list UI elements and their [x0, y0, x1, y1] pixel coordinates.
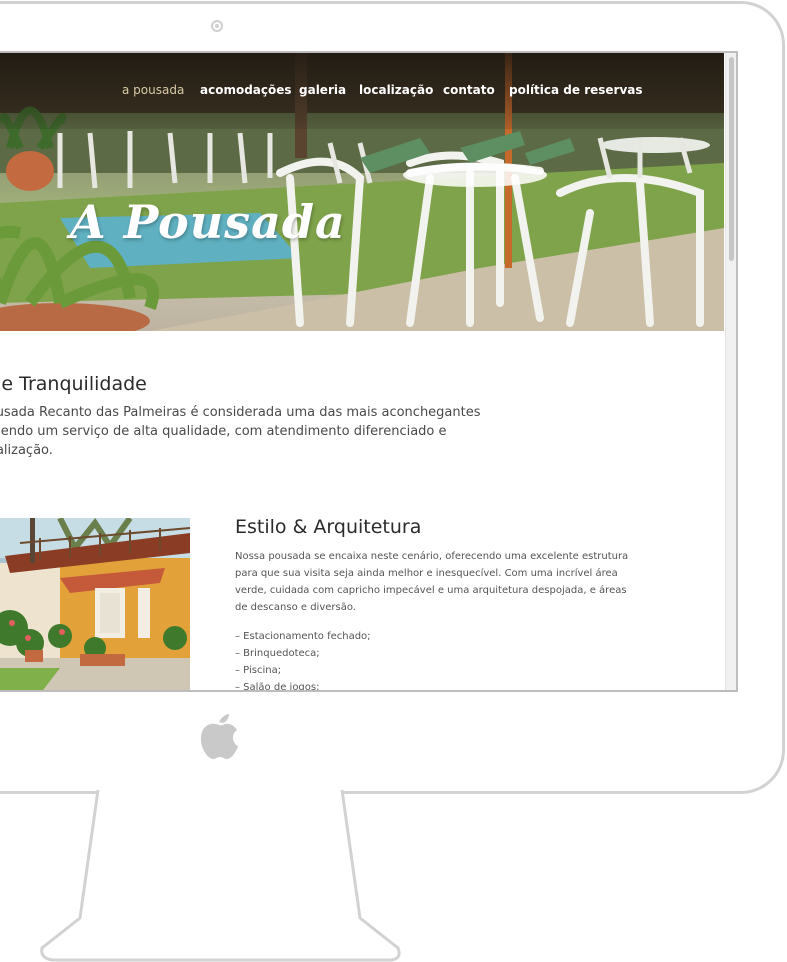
- intro-line: te localização.: [0, 443, 53, 458]
- feature-text-line: para que sua visita seja ainda melhor e …: [235, 568, 618, 579]
- vertical-scrollbar[interactable]: [725, 53, 736, 690]
- apple-logo-icon: [200, 714, 238, 759]
- list-item: – Brinquedoteca;: [235, 648, 320, 659]
- house-photo: [0, 518, 190, 690]
- intro-heading: ego e Tranquilidade: [0, 373, 147, 395]
- feature-text-line: Nossa pousada se encaixa neste cenário, …: [235, 551, 629, 562]
- list-item: – Piscina;: [235, 665, 282, 676]
- nav-item-contato[interactable]: contato: [443, 83, 495, 97]
- list-item: – Salão de jogos;: [235, 682, 320, 692]
- browser-screen: a pousada acomodações galeria localizaçã…: [0, 51, 738, 692]
- feature-title: Estilo & Arquitetura: [235, 516, 422, 538]
- intro-line: , a Pousada Recanto das Palmeiras é cons…: [0, 405, 481, 420]
- intro-line: oferecendo um serviço de alta qualidade,…: [0, 424, 447, 439]
- feature-text-line: verde, cuidada com capricho impecável e …: [235, 585, 627, 596]
- nav-item-a-pousada[interactable]: a pousada: [122, 83, 184, 97]
- scrollbar-thumb[interactable]: [729, 57, 734, 261]
- nav-item-acomodacoes[interactable]: acomodações: [200, 83, 292, 97]
- camera-icon: [211, 20, 223, 32]
- feature-text: Nossa pousada se encaixa neste cenário, …: [235, 548, 635, 616]
- main-nav: a pousada acomodações galeria localizaçã…: [0, 83, 724, 103]
- nav-item-politica-de-reservas[interactable]: política de reservas: [509, 83, 643, 97]
- nav-item-localizacao[interactable]: localização: [359, 83, 433, 97]
- intro-text: , a Pousada Recanto das Palmeiras é cons…: [0, 403, 520, 460]
- amenities-list: – Estacionamento fechado; – Brinquedotec…: [235, 628, 371, 692]
- hero-title: A Pousada: [70, 195, 346, 249]
- house-photo-image: [0, 518, 190, 690]
- nav-item-galeria[interactable]: galeria: [299, 83, 346, 97]
- imac-mockup: a pousada acomodações galeria localizaçã…: [0, 0, 787, 962]
- feature-text-line: de descanso e diversão.: [235, 602, 356, 613]
- monitor-stand: [40, 790, 401, 962]
- hero-banner: a pousada acomodações galeria localizaçã…: [0, 53, 724, 331]
- list-item: – Estacionamento fechado;: [235, 631, 371, 642]
